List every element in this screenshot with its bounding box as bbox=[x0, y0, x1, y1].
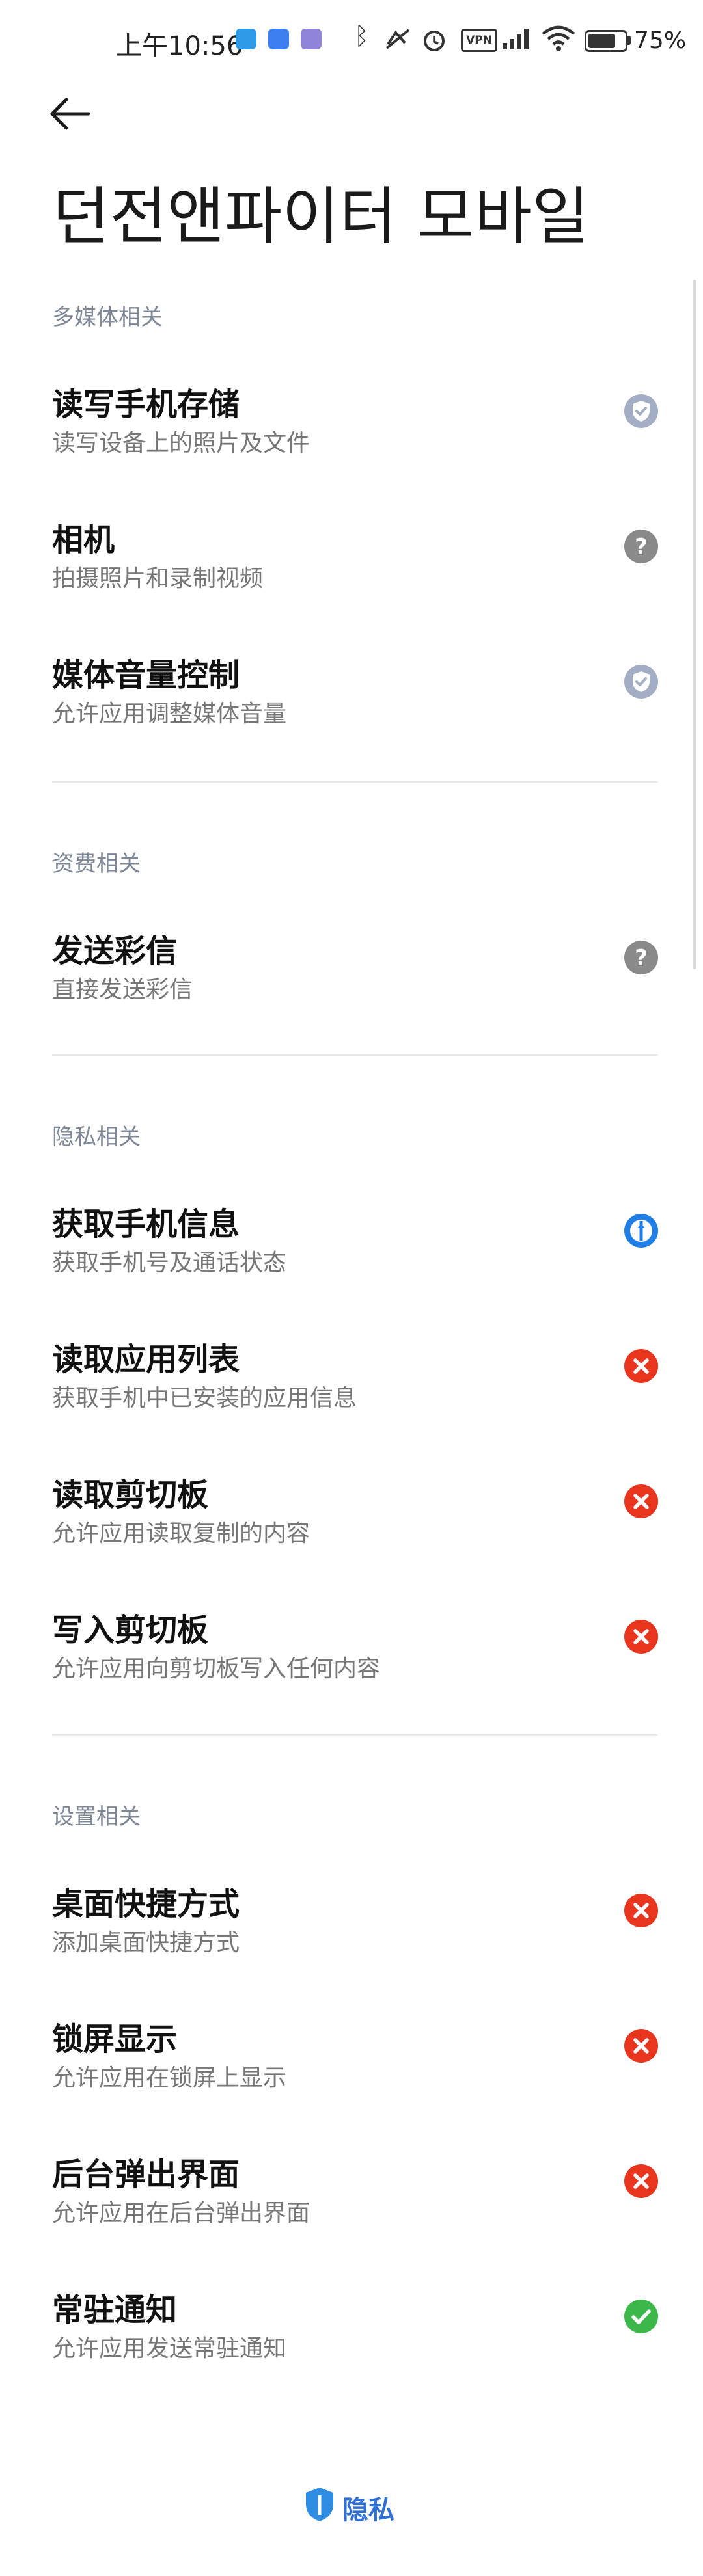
permission-row[interactable]: 常驻通知允许应用发送常驻通知 bbox=[0, 2284, 703, 2395]
section-divider bbox=[52, 1734, 657, 1736]
status-time: 上午10:56 bbox=[116, 31, 243, 61]
permission-row[interactable]: 读取剪切板允许应用读取复制的内容 bbox=[0, 1469, 703, 1579]
permission-description: 获取手机号及通话状态 bbox=[52, 1250, 287, 1276]
section-header: 多媒体相关 bbox=[52, 304, 163, 330]
section-header: 隐私相关 bbox=[52, 1124, 141, 1150]
shield-check-icon[interactable] bbox=[623, 664, 659, 700]
permission-title: 相机 bbox=[52, 522, 115, 558]
permission-row[interactable]: 相机拍摄照片和录制视频? bbox=[0, 514, 703, 624]
privacy-protect-icon[interactable] bbox=[623, 1213, 659, 1249]
battery-tip bbox=[627, 36, 631, 45]
privacy-footer-label: 隐私 bbox=[342, 2495, 394, 2525]
status-bar: 上午10:56 ᛒ VPN 75% bbox=[0, 0, 703, 78]
deny-x-icon[interactable] bbox=[623, 2163, 659, 2199]
mute-icon bbox=[385, 29, 410, 49]
permission-title: 媒体音量控制 bbox=[52, 657, 240, 693]
deny-x-icon[interactable] bbox=[623, 2028, 659, 2064]
shield-check-icon[interactable] bbox=[623, 393, 659, 429]
section-header: 资费相关 bbox=[52, 851, 141, 877]
section-divider bbox=[52, 781, 657, 783]
permission-description: 允许应用读取复制的内容 bbox=[52, 1520, 310, 1547]
permission-row[interactable]: 锁屏显示允许应用在锁屏上显示 bbox=[0, 2013, 703, 2124]
permission-title: 桌面快捷方式 bbox=[52, 1886, 240, 1922]
notification-app-icon bbox=[268, 29, 289, 49]
permission-row[interactable]: 写入剪切板允许应用向剪切板写入任何内容 bbox=[0, 1604, 703, 1715]
permission-row[interactable]: 桌面快捷方式添加桌面快捷方式 bbox=[0, 1878, 703, 1989]
battery-icon bbox=[585, 30, 627, 52]
permission-description: 获取手机中已安装的应用信息 bbox=[52, 1385, 357, 1412]
allow-check-icon[interactable] bbox=[623, 2298, 659, 2335]
permission-title: 发送彩信 bbox=[52, 933, 178, 969]
permission-description: 允许应用调整媒体音量 bbox=[52, 701, 287, 727]
battery-level bbox=[588, 34, 615, 48]
deny-x-icon[interactable] bbox=[623, 1892, 659, 1929]
permission-title: 锁屏显示 bbox=[52, 2021, 178, 2058]
permission-title: 常驻通知 bbox=[52, 2292, 178, 2328]
permission-title: 读取应用列表 bbox=[52, 1341, 240, 1378]
vpn-icon: VPN bbox=[461, 29, 497, 52]
wifi-icon bbox=[542, 25, 575, 51]
permission-description: 允许应用发送常驻通知 bbox=[52, 2335, 287, 2362]
alarm-icon bbox=[424, 31, 445, 51]
svg-text:?: ? bbox=[635, 534, 648, 560]
bluetooth-icon: ᛒ bbox=[354, 21, 369, 50]
permission-description: 允许应用在锁屏上显示 bbox=[52, 2065, 287, 2091]
permission-title: 读写手机存储 bbox=[52, 386, 240, 423]
permission-description: 允许应用向剪切板写入任何内容 bbox=[52, 1656, 381, 1682]
section-header: 设置相关 bbox=[52, 1804, 141, 1830]
section-divider bbox=[52, 1054, 657, 1056]
signal-icon bbox=[503, 29, 529, 49]
question-icon[interactable]: ? bbox=[623, 939, 659, 976]
permission-description: 直接发送彩信 bbox=[52, 976, 193, 1003]
permission-row[interactable]: 读取应用列表获取手机中已安装的应用信息 bbox=[0, 1334, 703, 1444]
page-title: 던전앤파이터 모바일 bbox=[52, 180, 590, 253]
notification-app-icon bbox=[236, 29, 256, 49]
permission-row[interactable]: 后台弹出界面允许应用在后台弹出界面 bbox=[0, 2149, 703, 2259]
permission-description: 拍摄照片和录制视频 bbox=[52, 565, 264, 592]
permission-row[interactable]: 媒体音量控制允许应用调整媒体音量 bbox=[0, 649, 703, 760]
question-icon[interactable]: ? bbox=[623, 528, 659, 565]
permission-title: 获取手机信息 bbox=[52, 1206, 240, 1242]
permission-row[interactable]: 读写手机存储读写设备上的照片及文件 bbox=[0, 379, 703, 489]
permission-title: 写入剪切板 bbox=[52, 1612, 209, 1648]
permission-description: 添加桌面快捷方式 bbox=[52, 1929, 240, 1956]
permission-row[interactable]: 获取手机信息获取手机号及通话状态 bbox=[0, 1198, 703, 1309]
deny-x-icon[interactable] bbox=[623, 1483, 659, 1520]
svg-text:?: ? bbox=[635, 945, 648, 971]
deny-x-icon[interactable] bbox=[623, 1348, 659, 1384]
back-button[interactable] bbox=[46, 88, 98, 140]
permission-title: 读取剪切板 bbox=[52, 1477, 209, 1513]
deny-x-icon[interactable] bbox=[623, 1618, 659, 1655]
arrow-left-icon bbox=[50, 98, 90, 130]
permission-description: 允许应用在后台弹出界面 bbox=[52, 2200, 310, 2227]
permission-row[interactable]: 发送彩信直接发送彩信? bbox=[0, 925, 703, 1036]
permission-description: 读写设备上的照片及文件 bbox=[52, 430, 310, 457]
notification-app-icon bbox=[301, 29, 322, 49]
permission-title: 后台弹出界面 bbox=[52, 2156, 240, 2193]
privacy-shield-icon bbox=[306, 2488, 333, 2521]
battery-percent: 75% bbox=[634, 27, 687, 54]
